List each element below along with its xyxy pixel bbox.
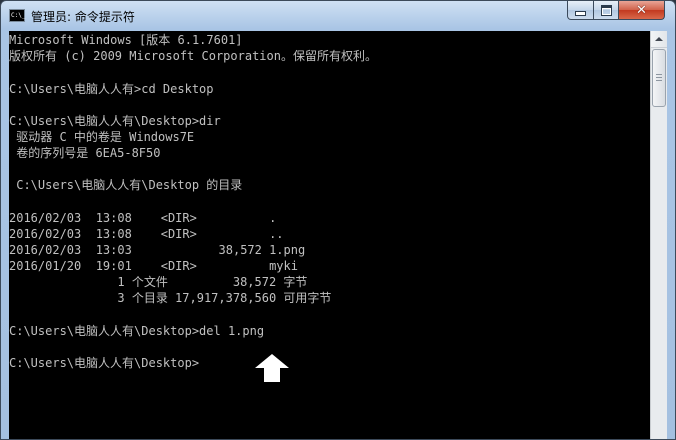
close-icon: ✕ bbox=[636, 2, 647, 18]
maximize-button[interactable] bbox=[593, 1, 619, 20]
grip-line bbox=[656, 77, 662, 78]
up-arrow-icon bbox=[255, 354, 289, 382]
grip-line bbox=[656, 74, 662, 75]
close-button[interactable]: ✕ bbox=[618, 1, 665, 20]
window-title: 管理员: 命令提示符 bbox=[31, 10, 135, 24]
minimize-button[interactable] bbox=[567, 1, 594, 20]
console-line: 1 个文件 38,572 字节 bbox=[9, 275, 308, 289]
console-line: C:\Users\电脑人人有\Desktop 的目录 bbox=[9, 178, 243, 192]
vertical-scrollbar[interactable] bbox=[650, 31, 667, 439]
console-line: C:\Users\电脑人人有\Desktop>dir bbox=[9, 114, 221, 128]
console-line: C:\Users\电脑人人有\Desktop> bbox=[9, 356, 200, 370]
console-line: C:\Users\电脑人人有>cd Desktop bbox=[9, 82, 214, 96]
grip-line bbox=[656, 80, 662, 81]
console-line: 卷的序列号是 6EA5-8F50 bbox=[9, 146, 161, 160]
maximize-icon bbox=[600, 4, 612, 16]
console-line: 2016/02/03 13:08 <DIR> . bbox=[9, 211, 277, 225]
chevron-up-icon bbox=[655, 37, 663, 41]
console-line: 驱动器 C 中的卷是 Windows7E bbox=[9, 130, 195, 144]
command-prompt-window: C:\_ 管理员: 命令提示符 ✕ Microsoft Windows [版本 … bbox=[0, 0, 676, 440]
console-line: 版权所有 (c) 2009 Microsoft Corporation。保留所有… bbox=[9, 49, 377, 63]
console-line: 2016/02/03 13:03 38,572 1.png bbox=[9, 243, 306, 257]
console-line: 2016/01/20 19:01 <DIR> myki bbox=[9, 259, 298, 273]
console-line: 3 个目录 17,917,378,560 可用字节 bbox=[9, 291, 332, 305]
scroll-up-button[interactable] bbox=[651, 31, 667, 48]
console-line: Microsoft Windows [版本 6.1.7601] bbox=[9, 33, 243, 47]
console-line: 2016/02/03 13:08 <DIR> .. bbox=[9, 227, 284, 241]
console-line: C:\Users\电脑人人有\Desktop>del 1.png bbox=[9, 324, 265, 338]
minimize-icon bbox=[575, 10, 586, 16]
cmd-app-icon[interactable]: C:\_ bbox=[9, 9, 25, 22]
console-output[interactable]: Microsoft Windows [版本 6.1.7601] 版权所有 (c) … bbox=[9, 31, 650, 439]
scroll-thumb[interactable] bbox=[652, 49, 666, 107]
